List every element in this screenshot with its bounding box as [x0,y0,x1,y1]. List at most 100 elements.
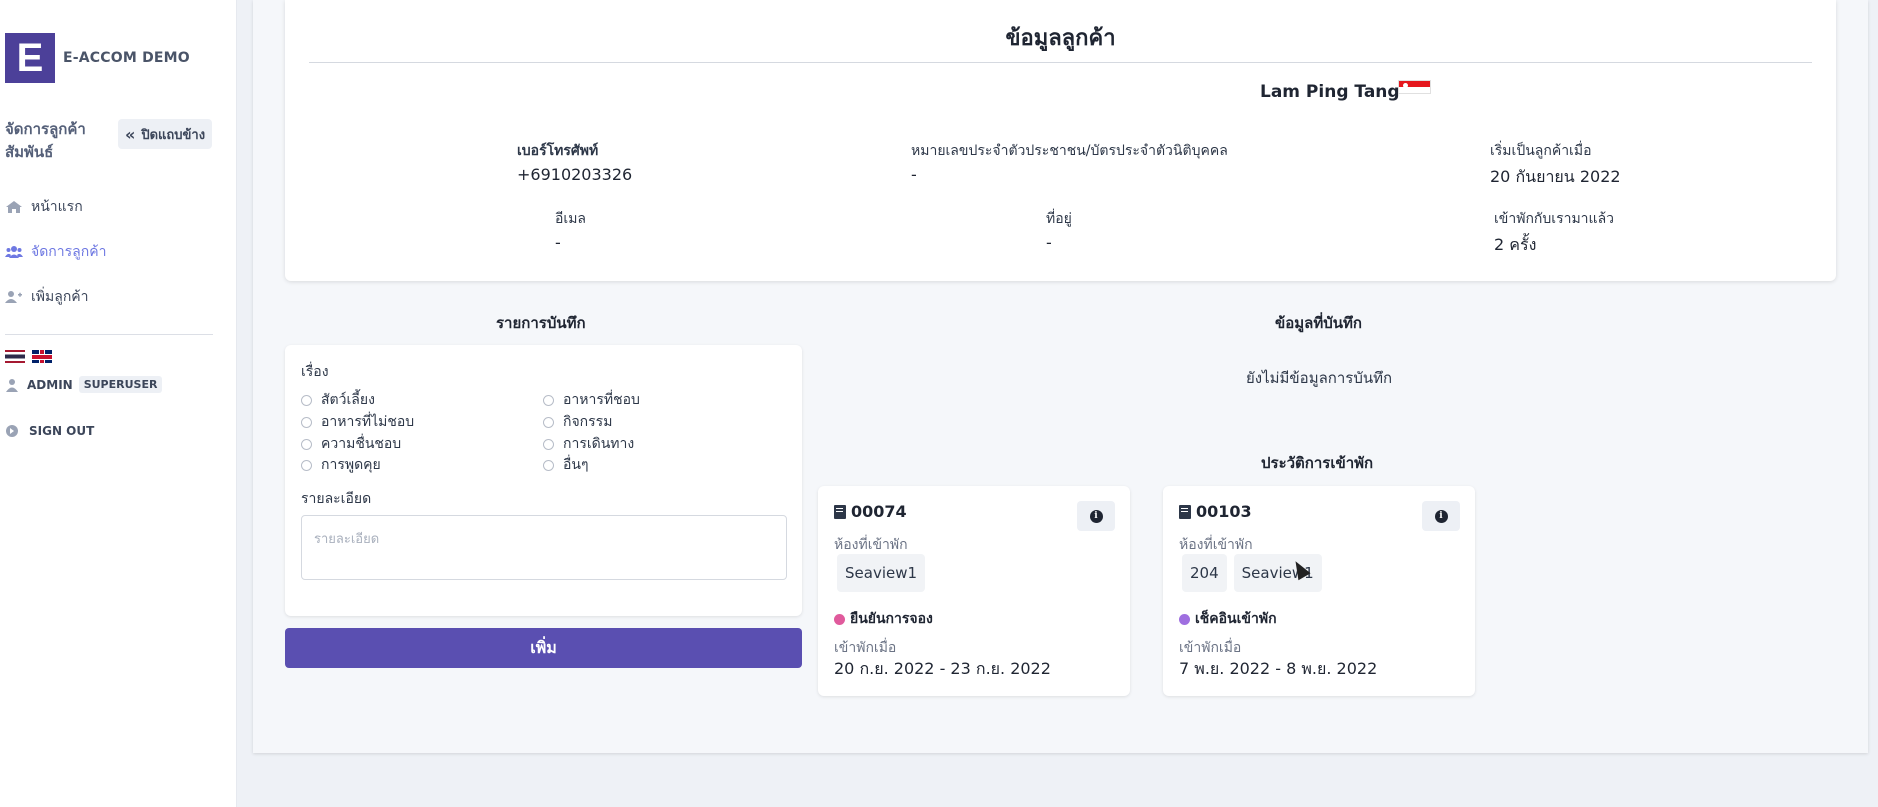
sidebar-item-label: หน้าแรก [31,199,83,215]
thai-flag-icon[interactable] [5,350,25,363]
sign-out-label: SIGN OUT [29,424,95,438]
notes-title: รายการบันทึก [496,314,586,332]
stay-dates: 20 ก.ย. 2022 - 23 ก.ย. 2022 [834,659,1051,678]
info-icon: i [1089,509,1103,523]
email-label: อีเมล [555,211,587,227]
room-chip: Seaview1 [837,554,926,592]
stay-count-value: 2 ครั้ง [1494,235,1537,254]
booking-info-button[interactable]: i [1077,501,1115,531]
topic-radio-travel[interactable]: การเดินทาง [543,433,634,455]
notes-form: เรื่อง สัตว์เลี้ยง อาหารที่ชอบ อาหารที่ไ… [285,345,802,616]
room-list: Seaview1 [837,554,932,592]
topic-radio-preferences[interactable]: ความชื่นชอบ [301,433,401,455]
phone-label: เบอร์โทรศัพท์ [517,143,599,159]
stay-card: 00103 i ห้องที่เข้าพัก 204 Seaview1 เช็ค… [1163,486,1475,696]
booking-status-text: เช็คอินเข้าพัก [1195,611,1277,627]
booking-info-button[interactable]: i [1422,501,1460,531]
customer-since-label: เริ่มเป็นลูกค้าเมื่อ [1490,143,1592,159]
sign-out-link[interactable]: SIGN OUT [5,424,94,438]
id-number-label: หมายเลขประจำตัวประชาชน/บัตรประจำตัวนิติบ… [911,143,1228,159]
radio-label: การเดินทาง [563,436,635,452]
username: ADMIN [27,377,73,392]
radio-circle[interactable] [543,394,554,406]
topic-radio-favorite-food[interactable]: อาหารที่ชอบ [543,389,640,411]
address-label: ที่อยู่ [1046,211,1072,227]
radio-circle[interactable] [301,438,312,450]
stay-count-field: เข้าพักกับเรามาแล้ว 2 ครั้ง [1494,208,1614,258]
booking-code-text: 00074 [851,502,907,521]
detail-label: รายละเอียด [301,491,372,507]
radio-label: อาหารที่ชอบ [563,392,640,408]
topic-radio-other[interactable]: อื่นๆ [543,454,589,476]
language-switcher [5,350,52,363]
radio-label: อาหารที่ไม่ชอบ [321,414,415,430]
book-icon [834,504,846,519]
radio-label: ความชื่นชอบ [321,436,402,452]
sidebar-section-title: จัดการลูกค้าสัมพันธ์ [5,120,86,161]
uk-flag-icon[interactable] [32,350,52,363]
radio-label: การพูดคุย [321,457,381,473]
brand-logo: E [5,33,55,83]
home-icon [6,201,22,213]
email-field: อีเมล - [555,208,586,252]
sidebar-item-label: จัดการลูกค้า [31,244,107,260]
room-label: ห้องที่เข้าพัก [834,537,908,553]
sign-out-icon [6,425,18,437]
customer-since-field: เริ่มเป็นลูกค้าเมื่อ 20 กันยายน 2022 [1490,140,1621,190]
sidebar-item-add-customer[interactable]: เพิ่มลูกค้า [5,286,89,308]
user-icon [6,378,18,392]
sidebar-item-label: เพิ่มลูกค้า [31,289,89,305]
address-field: ที่อยู่ - [1046,208,1072,252]
booking-status-text: ยืนยันการจอง [850,611,933,627]
stay-date-label: เข้าพักเมื่อ [834,640,897,656]
no-saved-notes-message: ยังไม่มีข้อมูลการบันทึก [1246,369,1393,387]
radio-circle[interactable] [301,459,312,471]
user-info[interactable]: ADMIN SUPERUSER [5,376,163,393]
radio-circle[interactable] [543,459,554,471]
topic-radio-disliked-food[interactable]: อาหารที่ไม่ชอบ [301,411,414,433]
sidebar-item-home[interactable]: หน้าแรก [5,196,83,218]
booking-status: เช็คอินเข้าพัก [1179,608,1277,630]
stay-count-label: เข้าพักกับเรามาแล้ว [1494,211,1615,227]
page-title: ข้อมูลลูกค้า [1005,26,1116,51]
radio-circle[interactable] [301,394,312,406]
sidebar: E E-ACCOM DEMO จัดการลูกค้าสัมพันธ์ « ปิ… [0,0,237,807]
phone-field: เบอร์โทรศัพท์ +6910203326 [517,140,632,184]
booking-code-text: 00103 [1196,502,1252,521]
double-chevron-left-icon: « [125,124,136,144]
radio-circle[interactable] [543,438,554,450]
booking-status: ยืนยันการจอง [834,608,933,630]
info-icon: i [1434,509,1448,523]
add-note-button[interactable]: เพิ่ม [285,628,802,668]
email-value: - [555,233,561,252]
sidebar-divider [5,334,213,335]
topic-label: เรื่อง [301,364,329,380]
phone-value: +6910203326 [517,165,633,184]
id-number-value: - [911,165,917,184]
topic-radio-activities[interactable]: กิจกรรม [543,411,612,433]
radio-circle[interactable] [543,416,554,428]
sidebar-item-manage-customers[interactable]: จัดการลูกค้า [5,241,106,263]
topic-radio-pets[interactable]: สัตว์เลี้ยง [301,389,375,411]
collapse-sidebar-button[interactable]: « ปิดแถบข้าง [118,119,213,149]
radio-label: สัตว์เลี้ยง [321,392,375,408]
user-plus-icon [5,291,22,303]
stay-date-label: เข้าพักเมื่อ [1179,640,1242,656]
address-value: - [1046,233,1052,252]
singapore-flag-icon [1398,80,1431,94]
stay-history-title: ประวัติการเข้าพัก [1261,454,1374,472]
role-badge: SUPERUSER [78,376,163,393]
detail-textarea[interactable]: รายละเอียด [301,515,787,580]
radio-label: อื่นๆ [563,457,589,473]
customer-info-card: ข้อมูลลูกค้า Lam Ping Tang เบอร์โทรศัพท์… [285,0,1836,281]
status-dot [834,613,845,625]
collapse-sidebar-label: ปิดแถบข้าง [141,127,206,143]
booking-code: 00103 [1179,502,1252,521]
brand[interactable]: E E-ACCOM DEMO [5,33,190,83]
radio-label: กิจกรรม [563,414,613,430]
id-number-field: หมายเลขประจำตัวประชาชน/บัตรประจำตัวนิติบ… [911,140,1228,184]
users-icon [5,246,23,258]
topic-radio-conversation[interactable]: การพูดคุย [301,454,381,476]
title-divider [309,62,1812,63]
radio-circle[interactable] [301,416,312,428]
